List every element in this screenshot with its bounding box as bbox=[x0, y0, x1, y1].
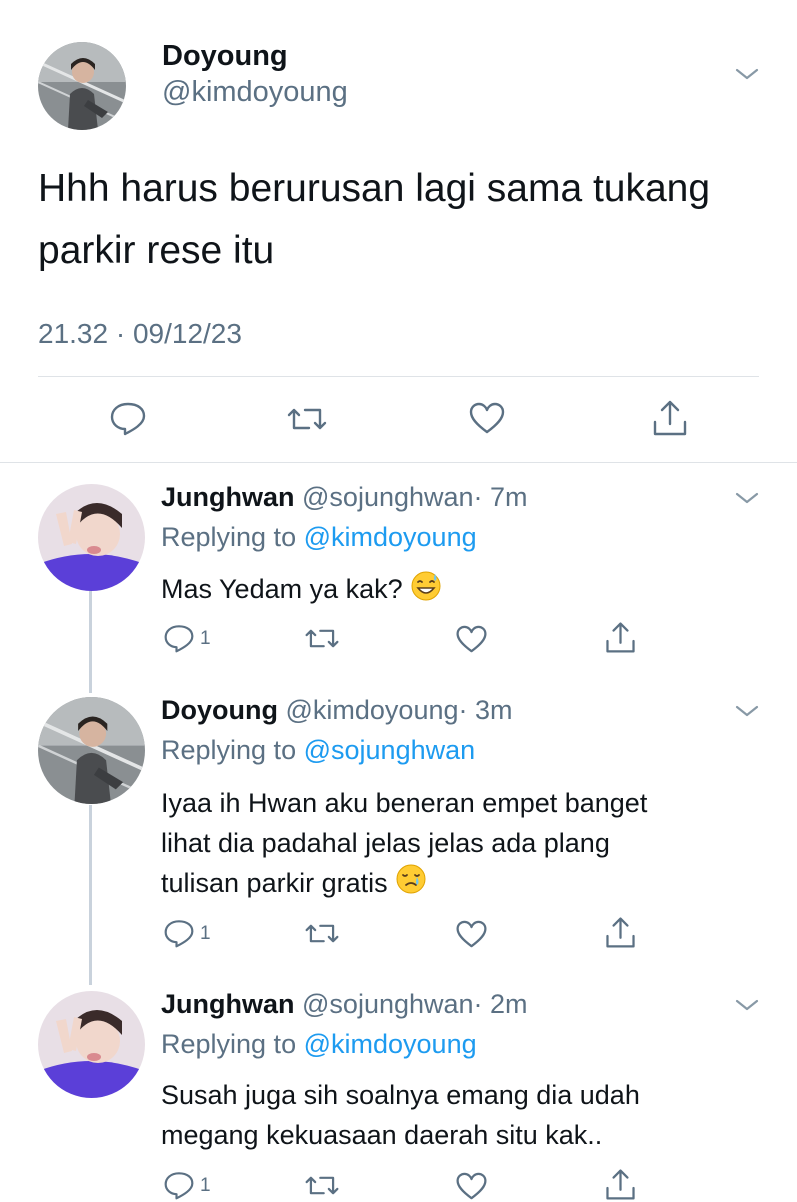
main-display-name[interactable]: Doyoung bbox=[162, 40, 288, 73]
reply-text-line: Iyaa ih Hwan aku beneran empet banget bbox=[161, 788, 648, 818]
reply-text-line: Mas Yedam ya kak? bbox=[161, 574, 403, 605]
share-icon[interactable] bbox=[604, 620, 637, 655]
replying-to-label: Replying to bbox=[161, 735, 297, 765]
sweat-smile-emoji bbox=[410, 570, 442, 612]
junghwan-avatar[interactable] bbox=[38, 484, 145, 591]
reply-text: Iyaa ih Hwan aku beneran empet banget li… bbox=[161, 783, 647, 906]
reply-count: 1 bbox=[200, 923, 211, 944]
retweet-icon[interactable] bbox=[285, 402, 329, 436]
reply-header: Junghwan @sojunghwan· 2m bbox=[161, 989, 528, 1020]
main-handle[interactable]: @kimdoyoung bbox=[162, 76, 348, 109]
reply-display-name[interactable]: Junghwan bbox=[161, 482, 295, 512]
reply-icon[interactable] bbox=[163, 623, 195, 653]
share-icon[interactable] bbox=[604, 915, 637, 950]
retweet-icon[interactable] bbox=[303, 1171, 341, 1200]
doyoung-avatar[interactable] bbox=[38, 697, 145, 804]
replying-to: Replying to @sojunghwan bbox=[161, 735, 475, 766]
reply-display-name[interactable]: Doyoung bbox=[161, 695, 278, 725]
chevron-down-icon[interactable] bbox=[734, 490, 760, 506]
reply-time[interactable]: · 3m bbox=[459, 695, 513, 725]
reply-count: 1 bbox=[200, 1175, 211, 1196]
reply-text: Susah juga sih soalnya emang dia udah me… bbox=[161, 1075, 640, 1155]
share-icon[interactable] bbox=[651, 398, 689, 438]
section-divider bbox=[0, 462, 797, 463]
like-icon[interactable] bbox=[455, 1171, 488, 1201]
replying-to-label: Replying to bbox=[161, 1029, 297, 1059]
share-icon[interactable] bbox=[604, 1167, 637, 1202]
thread-line bbox=[89, 590, 92, 693]
replying-to-label: Replying to bbox=[161, 522, 297, 552]
reply-time[interactable]: · 7m bbox=[474, 482, 528, 512]
chevron-down-icon[interactable] bbox=[734, 997, 760, 1013]
like-icon[interactable] bbox=[455, 624, 488, 654]
replying-to-link[interactable]: @kimdoyoung bbox=[304, 522, 477, 552]
main-tweet-text-line1: Hhh harus berurusan lagi sama tukang bbox=[38, 167, 711, 210]
reply-text: Mas Yedam ya kak? bbox=[161, 570, 442, 612]
divider bbox=[38, 376, 759, 377]
junghwan-avatar[interactable] bbox=[38, 991, 145, 1098]
reply-icon[interactable] bbox=[163, 918, 195, 948]
reply-text-line: tulisan parkir gratis bbox=[161, 868, 388, 898]
replying-to: Replying to @kimdoyoung bbox=[161, 1029, 477, 1060]
replying-to-link[interactable]: @kimdoyoung bbox=[304, 1029, 477, 1059]
reply-icon[interactable] bbox=[163, 1170, 195, 1200]
retweet-icon[interactable] bbox=[303, 624, 341, 653]
replying-to-link[interactable]: @sojunghwan bbox=[304, 735, 476, 765]
thread-line bbox=[89, 805, 92, 985]
retweet-icon[interactable] bbox=[303, 919, 341, 948]
reply-display-name[interactable]: Junghwan bbox=[161, 989, 295, 1019]
reply-text-line: Susah juga sih soalnya emang dia udah bbox=[161, 1080, 640, 1110]
reply-text-line: lihat dia padahal jelas jelas ada plang bbox=[161, 828, 610, 858]
reply-header: Junghwan @sojunghwan· 7m bbox=[161, 482, 528, 513]
reply-time[interactable]: · 2m bbox=[474, 989, 528, 1019]
chevron-down-icon[interactable] bbox=[734, 66, 760, 82]
like-icon[interactable] bbox=[468, 401, 506, 435]
replying-to: Replying to @kimdoyoung bbox=[161, 522, 477, 553]
chevron-down-icon[interactable] bbox=[734, 703, 760, 719]
reply-text-line: megang kekuasaan daerah situ kak.. bbox=[161, 1120, 603, 1150]
doyoung-avatar[interactable] bbox=[38, 42, 126, 130]
like-icon[interactable] bbox=[455, 919, 488, 949]
reply-icon[interactable] bbox=[109, 400, 147, 436]
reply-handle[interactable]: @sojunghwan bbox=[302, 482, 474, 512]
crying-smile-emoji bbox=[395, 863, 427, 906]
reply-count: 1 bbox=[200, 628, 211, 649]
reply-text-line-last: tulisan parkir gratis bbox=[161, 863, 647, 906]
reply-handle[interactable]: @kimdoyoung bbox=[286, 695, 459, 725]
reply-handle[interactable]: @sojunghwan bbox=[302, 989, 474, 1019]
reply-header: Doyoung @kimdoyoung· 3m bbox=[161, 695, 513, 726]
main-tweet-text-line2: parkir rese itu bbox=[38, 229, 275, 272]
main-timestamp[interactable]: 21.32 · 09/12/23 bbox=[38, 318, 242, 350]
